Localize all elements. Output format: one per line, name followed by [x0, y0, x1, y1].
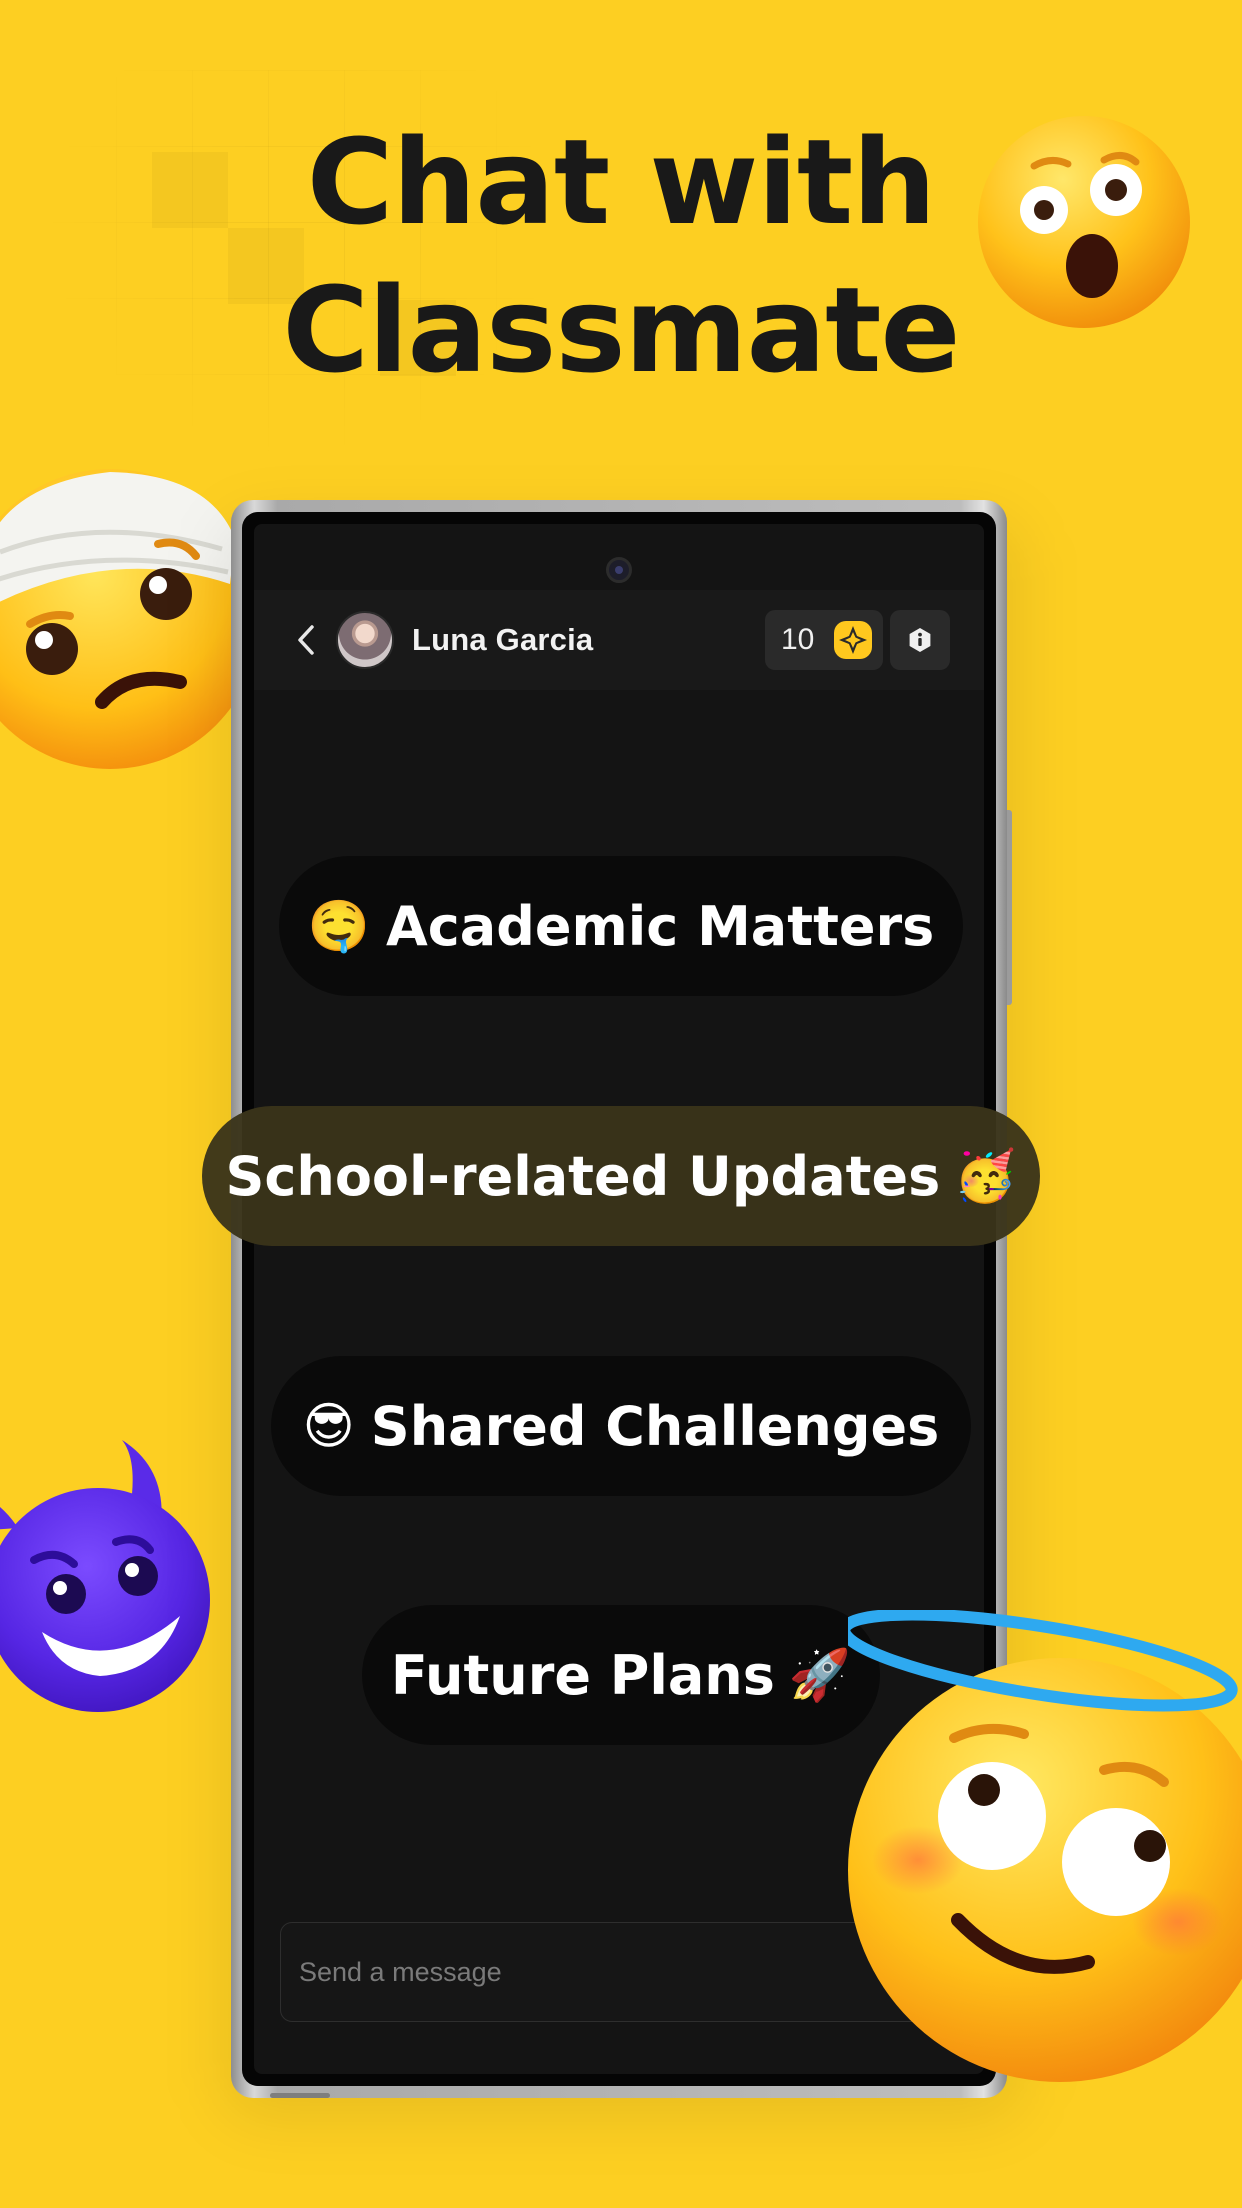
halo-emoji: [838, 1608, 1242, 2090]
phone-bottom-edge: [270, 2093, 330, 2098]
sunglasses-face-icon: 😎: [302, 1397, 355, 1455]
topic-label: Academic Matters: [385, 894, 935, 958]
topic-school-related-updates[interactable]: School-related Updates 🥳: [202, 1106, 1040, 1246]
info-button[interactable]: [890, 610, 950, 670]
chevron-left-icon: [298, 625, 314, 655]
message-field[interactable]: [280, 1922, 940, 2022]
topic-label: Future Plans: [390, 1643, 775, 1707]
smiling-devil-emoji: [0, 1440, 226, 1720]
front-camera: [606, 557, 632, 583]
partying-face-icon: 🥳: [954, 1146, 1017, 1205]
coin-balance-button[interactable]: 10: [765, 610, 883, 670]
back-button[interactable]: [292, 623, 322, 657]
info-icon: [909, 628, 931, 652]
contact-name[interactable]: Luna Garcia: [412, 620, 593, 660]
topic-academic-matters[interactable]: 🤤 Academic Matters: [279, 856, 963, 996]
message-input[interactable]: [297, 1923, 921, 2022]
astonished-emoji: [976, 114, 1192, 330]
topic-label: School-related Updates: [225, 1144, 941, 1208]
head-bandage-emoji: [0, 444, 260, 774]
topic-shared-challenges[interactable]: 😎 Shared Challenges: [271, 1356, 971, 1496]
contact-avatar[interactable]: [336, 611, 394, 669]
coin-count: 10: [781, 623, 815, 656]
coin-icon: [834, 621, 872, 659]
chat-header: Luna Garcia 10: [254, 590, 984, 690]
rocket-icon: 🚀: [788, 1645, 852, 1704]
topic-label: Shared Challenges: [370, 1394, 940, 1458]
drooling-face-icon: 🤤: [307, 896, 370, 955]
topic-future-plans[interactable]: Future Plans 🚀: [362, 1605, 880, 1745]
